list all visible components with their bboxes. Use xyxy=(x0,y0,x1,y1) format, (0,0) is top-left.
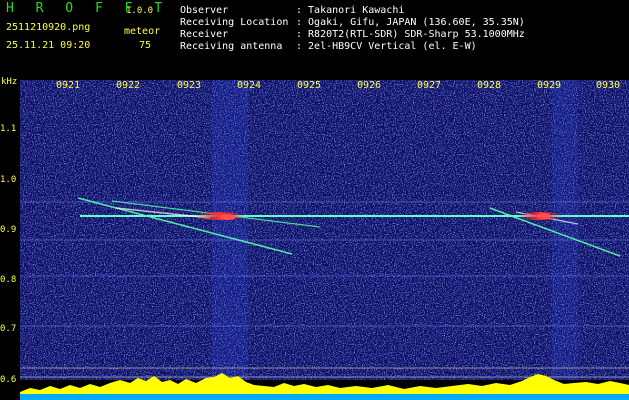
field-value-observer: : Takanori Kawachi xyxy=(296,5,405,16)
field-label-antenna: Receiving antenna xyxy=(180,41,283,52)
y-tick-0-9: 0.9 xyxy=(0,225,17,235)
x-tick-0930: 0930 xyxy=(595,80,621,91)
field-label-receiver: Receiver xyxy=(180,29,229,40)
y-tick-0-7: 0.7 xyxy=(0,324,17,334)
app-version: 1.0.0 xyxy=(126,6,154,16)
x-tick-0923: 0923 xyxy=(176,80,202,91)
meteor-label: meteor xyxy=(124,26,161,37)
y-tick-1-0: 1.0 xyxy=(0,175,17,185)
y-tick-0-6: 0.6 xyxy=(0,375,17,385)
spectrogram-plot xyxy=(20,80,629,400)
spectrogram-background xyxy=(20,80,629,380)
x-tick-0922: 0922 xyxy=(115,80,141,91)
field-value-receiver: : R820T2(RTL-SDR) SDR-Sharp 53.1000MHz xyxy=(296,29,525,40)
x-tick-0928: 0928 xyxy=(476,80,502,91)
meteor-count: 75 xyxy=(139,40,152,51)
field-label-location: Receiving Location xyxy=(180,17,289,28)
x-tick-0926: 0926 xyxy=(356,80,382,91)
field-label-observer: Observer xyxy=(180,5,229,16)
noise-band xyxy=(212,80,248,380)
date-time: 25.11.21 09:20 xyxy=(6,40,91,51)
x-tick-0929: 0929 xyxy=(536,80,562,91)
field-value-location: : Ogaki, Gifu, JAPAN (136.60E, 35.35N) xyxy=(296,17,525,28)
baseline-bar xyxy=(20,394,629,400)
y-tick-0-8: 0.8 xyxy=(0,275,17,285)
x-tick-0927: 0927 xyxy=(416,80,442,91)
x-tick-0924: 0924 xyxy=(236,80,262,91)
x-tick-0925: 0925 xyxy=(296,80,322,91)
field-value-antenna: : 2el-HB9CV Vertical (el. E-W) xyxy=(296,41,477,52)
file-name: 2511210920.png xyxy=(6,22,91,33)
header-panel: H R O F F T 1.0.0 2511210920.png meteor … xyxy=(0,0,629,80)
noise-band xyxy=(552,80,578,380)
y-axis-unit: kHz xyxy=(1,77,18,87)
x-tick-0921: 0921 xyxy=(55,80,81,91)
y-tick-1-1: 1.1 xyxy=(0,124,17,134)
